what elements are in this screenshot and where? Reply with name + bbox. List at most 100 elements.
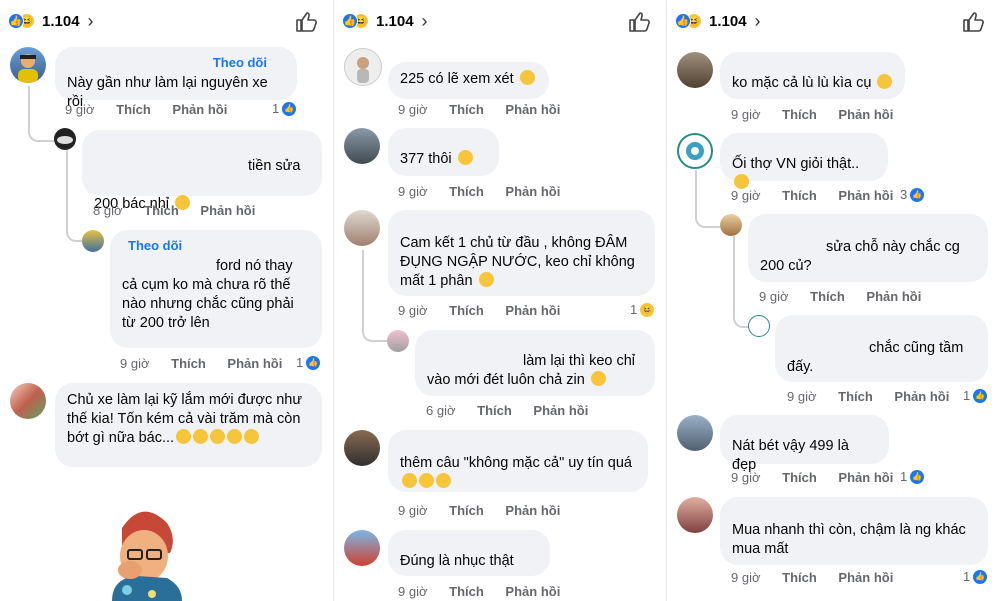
avatar[interactable] — [344, 530, 380, 566]
comment-text: 225 có lẽ xem xét — [400, 70, 537, 89]
like-button[interactable]: Thích — [838, 389, 873, 404]
comment-time: 9 giờ — [398, 303, 428, 318]
comment-text: tiền sửa — [248, 158, 301, 174]
like-button[interactable]: Thích — [782, 470, 817, 485]
avatar[interactable] — [677, 497, 713, 533]
thread-line — [362, 250, 388, 342]
thumbs-up-icon[interactable] — [295, 10, 319, 34]
comment-text: ko mặc cả lù lù kìa cụ — [732, 74, 893, 93]
avatar[interactable] — [387, 330, 409, 352]
comment-time: 9 giờ — [398, 184, 428, 199]
comment-text: sửa chỗ này chắc cg 200 củ? — [760, 239, 960, 274]
reply-bubble: tiền sửa 200 bác nhỉ — [82, 130, 322, 212]
like-button[interactable]: Thích — [782, 107, 817, 122]
comment-text: chắc cũng tầm đấy. — [787, 340, 964, 375]
reply-bubble: chắc cũng tầm đấy. — [775, 315, 988, 382]
reply-button[interactable]: Phản hồi — [838, 107, 893, 122]
like-reaction-icon: 👍 — [306, 355, 321, 370]
reply-bubble: làm lại thì keo chỉ vào mới đét luôn chả… — [415, 330, 655, 396]
avatar[interactable] — [677, 52, 713, 88]
reply-button[interactable]: Phản hồi — [505, 584, 560, 599]
avatar[interactable] — [677, 133, 713, 169]
thumbs-up-icon[interactable] — [962, 10, 986, 34]
reaction-summary[interactable]: 👍 😆 1.104 › — [342, 10, 428, 32]
follow-link[interactable]: Theo dõi — [67, 53, 285, 72]
like-button[interactable]: Thích — [782, 188, 817, 203]
comments-panel-1: 👍 😆 1.104 › Theo dõi Này gần như làm lại… — [0, 0, 333, 601]
follow-link[interactable]: Theo dõi — [122, 236, 310, 255]
like-button[interactable]: Thích — [782, 570, 817, 585]
like-reaction-icon: 👍 — [910, 469, 925, 484]
reply-button[interactable]: Phản hồi — [866, 289, 921, 304]
reaction-summary[interactable]: 👍 😆 1.104 › — [8, 10, 94, 32]
avatar[interactable] — [344, 48, 382, 86]
comment-text: 377 thôi — [400, 150, 487, 169]
reply-button[interactable]: Phản hồi — [505, 102, 560, 117]
reply-button[interactable]: Phản hồi — [505, 503, 560, 518]
thumbs-up-icon[interactable] — [628, 10, 652, 34]
reply-button[interactable]: Phản hồi — [838, 188, 893, 203]
grinning-emoji-icon — [457, 150, 473, 165]
thread-line — [695, 170, 721, 228]
comment-bubble: Cam kết 1 chủ từ đầu , không ĐÂM ĐỤNG NG… — [388, 210, 655, 296]
thinking-emoji-icon — [734, 174, 749, 189]
avatar[interactable] — [720, 214, 742, 236]
like-button[interactable]: Thích — [449, 303, 484, 318]
avatar[interactable] — [344, 128, 380, 164]
like-reaction-icon: 👍 — [910, 187, 925, 202]
comment-time: 9 giờ — [759, 289, 789, 304]
avatar[interactable] — [10, 383, 46, 419]
like-button[interactable]: Thích — [171, 356, 206, 371]
avatar[interactable] — [82, 230, 104, 252]
comment-time: 9 giờ — [787, 389, 817, 404]
like-count: 1 👍 — [963, 569, 988, 584]
reply-button[interactable]: Phản hồi — [894, 389, 949, 404]
like-count: 1 👍 — [296, 355, 321, 370]
comment-time: 9 giờ — [398, 503, 428, 518]
reaction-summary[interactable]: 👍 😆 1.104 › — [675, 10, 761, 32]
comment-bubble: Ối thợ VN giỏi thật.. — [720, 133, 888, 189]
reply-button[interactable]: Phản hồi — [838, 570, 893, 585]
avatar[interactable] — [677, 415, 713, 451]
like-button[interactable]: Thích — [116, 102, 151, 117]
comment-bubble: Chủ xe làm lại kỹ lắm mới được như thế k… — [55, 383, 322, 467]
like-reaction-icon: 👍 — [282, 101, 297, 116]
comment-bubble: Đúng là nhục thật — [388, 530, 550, 576]
comment-time: 9 giờ — [731, 470, 761, 485]
comment-time: 9 giờ — [731, 570, 761, 585]
like-reaction-icon: 👍 — [973, 388, 988, 403]
downcast-emoji-icon — [244, 429, 260, 444]
thread-line — [66, 210, 82, 242]
comment-text: ford nó thay cả cụm ko mà chưa rõ thế nà… — [122, 258, 294, 331]
like-button[interactable]: Thích — [144, 203, 179, 218]
comment-time: 9 giờ — [731, 107, 761, 122]
comment-time: 8 giờ — [93, 203, 123, 218]
avatar[interactable] — [54, 128, 76, 150]
like-button[interactable]: Thích — [449, 184, 484, 199]
avatar[interactable] — [344, 210, 380, 246]
laughing-emoji-icon — [519, 70, 535, 85]
avatar[interactable] — [10, 47, 46, 83]
reply-button[interactable]: Phản hồi — [227, 356, 282, 371]
like-button[interactable]: Thích — [449, 584, 484, 599]
avatar[interactable] — [748, 315, 770, 337]
reaction-count: 1.104 — [709, 12, 747, 30]
comments-panel-3: 👍 😆 1.104 › ko mặc cả lù lù kìa cụ 9 giờ… — [667, 0, 1000, 601]
like-button[interactable]: Thích — [477, 403, 512, 418]
like-button[interactable]: Thích — [810, 289, 845, 304]
reply-button[interactable]: Phản hồi — [838, 470, 893, 485]
reply-button[interactable]: Phản hồi — [200, 203, 255, 218]
comment-time: 9 giờ — [731, 188, 761, 203]
like-button[interactable]: Thích — [449, 503, 484, 518]
reply-button[interactable]: Phản hồi — [505, 184, 560, 199]
comment-text: Chủ xe làm lại kỹ lắm mới được như thế k… — [67, 392, 303, 446]
comment-bubble: Nát bét vậy 499 là đẹp — [720, 415, 889, 473]
comment-bubble: Theo dõi Này gần như làm lại nguyên xe r… — [55, 47, 297, 110]
reply-button[interactable]: Phản hồi — [172, 102, 227, 117]
like-button[interactable]: Thích — [449, 102, 484, 117]
thread-line — [733, 296, 749, 328]
reply-button[interactable]: Phản hồi — [505, 303, 560, 318]
tongue-emoji-icon — [877, 74, 893, 89]
avatar[interactable] — [344, 430, 380, 466]
reply-button[interactable]: Phản hồi — [533, 403, 588, 418]
